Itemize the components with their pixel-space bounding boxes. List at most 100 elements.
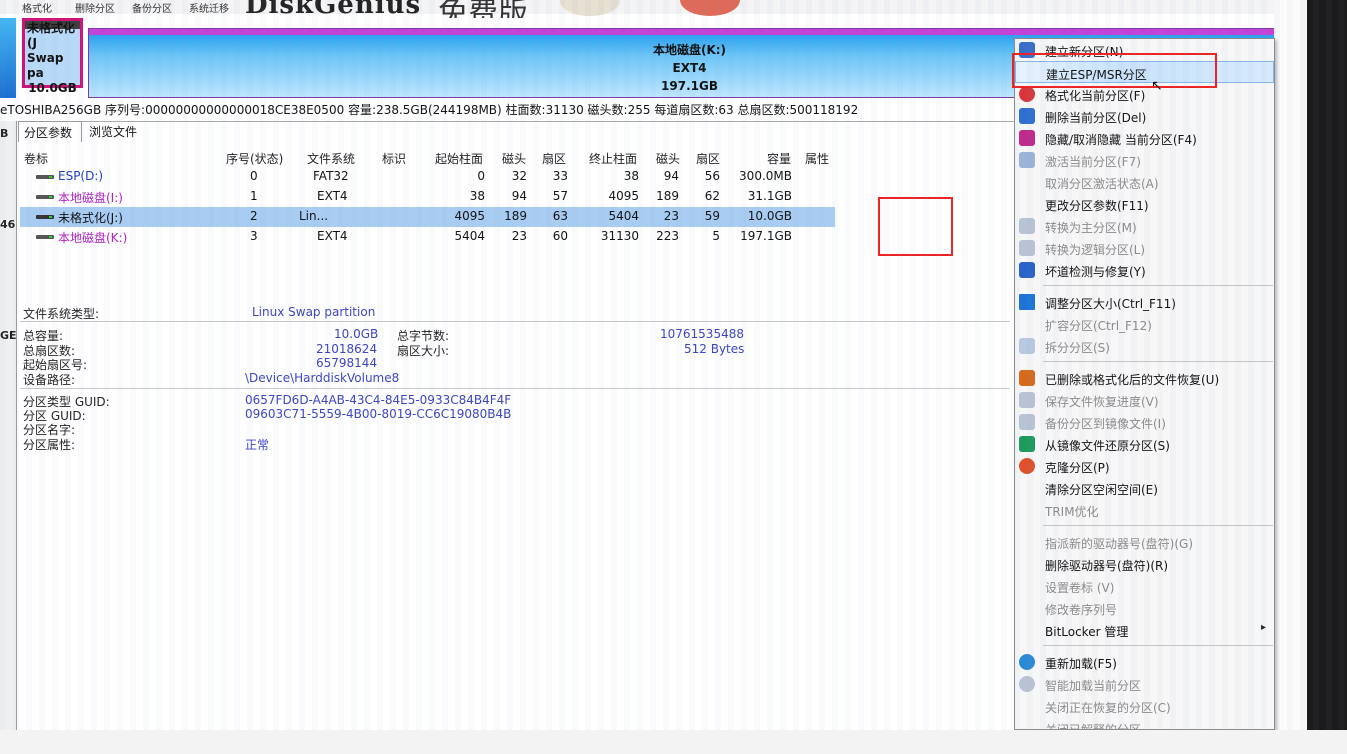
disk-map-partition-j[interactable]: 未格式化(J Swap pa 10.0GB	[22, 18, 83, 95]
convert-logical-icon	[1019, 240, 1035, 256]
menu-item-backup-to-image[interactable]: 备份分区到镜像文件(I)	[1015, 411, 1274, 433]
menu-item-set-volume-label[interactable]: 设置卷标 (V)	[1015, 575, 1274, 597]
drive-icon	[36, 175, 54, 179]
menu-item-close-interpreted[interactable]: 关闭已解释的分区	[1015, 717, 1274, 730]
partition-attr-value: 正常	[245, 438, 270, 452]
menu-item-change-volume-serial[interactable]: 修改卷序列号	[1015, 597, 1274, 619]
menu-item-activate-partition[interactable]: 激活当前分区(F7)	[1015, 149, 1274, 171]
start-head: 94	[511, 189, 527, 203]
repair-icon	[1019, 262, 1035, 278]
annotation-box	[878, 197, 953, 256]
toolbar-migrate-button[interactable]: 系统迁移	[189, 0, 229, 15]
col-header-capacity[interactable]: 容量	[767, 150, 791, 167]
restore-icon	[1019, 436, 1035, 452]
menu-item-split-partition[interactable]: 拆分分区(S)	[1015, 335, 1274, 357]
convert-primary-icon	[1019, 218, 1035, 234]
disk-map-partition-edge[interactable]	[0, 18, 16, 98]
menu-item-assign-drive-letter[interactable]: 指派新的驱动器号(盘符)(G)	[1015, 531, 1274, 553]
end-sector: 56	[704, 169, 720, 183]
menu-item-extend-partition[interactable]: 扩容分区(Ctrl_F12)	[1015, 313, 1274, 335]
end-sector: 5	[712, 229, 720, 243]
screen-edge	[1274, 0, 1308, 730]
col-header-attr[interactable]: 属性	[805, 150, 829, 167]
reload-icon	[1019, 654, 1035, 670]
col-header-end-cyl[interactable]: 终止柱面	[589, 150, 637, 167]
menu-item-file-recovery[interactable]: 已删除或格式化后的文件恢复(U)	[1015, 367, 1274, 389]
menu-item-resize-partition[interactable]: 调整分区大小(Ctrl_F11)	[1015, 291, 1274, 313]
start-cylinder: 38	[469, 189, 485, 203]
start-head: 189	[504, 209, 527, 223]
banner-decoration	[560, 0, 620, 16]
menu-item-bitlocker[interactable]: BitLocker 管理 ▸	[1015, 619, 1274, 641]
menu-item-hide-partition[interactable]: 隐藏/取消隐藏 当前分区(F4)	[1015, 127, 1274, 149]
partition-name: ESP(D:)	[58, 169, 104, 183]
menu-item-remove-drive-letter[interactable]: 删除驱动器号(盘符)(R)	[1015, 553, 1274, 575]
col-header-start-head[interactable]: 磁头	[502, 150, 526, 167]
banner-decoration	[680, 0, 740, 16]
partition-row-k[interactable]: 本地磁盘(K:) 3 EXT4 5404 23 60 31130 223 5 1…	[20, 227, 835, 247]
brand-logo: DiskGenius	[245, 0, 422, 20]
total-sectors-value: 21018624	[316, 342, 378, 356]
drive-icon	[36, 215, 54, 219]
col-header-end-head[interactable]: 磁头	[656, 150, 680, 167]
partition-row-i[interactable]: 本地磁盘(I:) 1 EXT4 38 94 57 4095 189 62 31.…	[20, 187, 835, 207]
menu-item-deactivate-partition[interactable]: 取消分区激活状态(A)	[1015, 171, 1274, 193]
partition-j-fs: Swap pa	[27, 51, 64, 80]
col-header-index[interactable]: 序号(状态)	[226, 150, 283, 167]
clone-icon	[1019, 458, 1035, 474]
partition-row-esp[interactable]: ESP(D:) 0 FAT32 0 32 33 38 94 56 300.0MB	[20, 167, 835, 187]
total-bytes-value: 10761535488	[660, 327, 744, 341]
split-icon	[1019, 338, 1035, 354]
resize-icon	[1019, 294, 1035, 310]
menu-item-convert-logical[interactable]: 转换为逻辑分区(L)	[1015, 237, 1274, 259]
delete-icon	[1019, 108, 1035, 124]
menu-item-trim[interactable]: TRIM优化	[1015, 499, 1274, 521]
start-cylinder: 4095	[454, 209, 485, 223]
disk-tree-panel[interactable]: B 46 GE	[0, 121, 17, 730]
col-header-start-cyl[interactable]: 起始柱面	[435, 150, 483, 167]
partition-fs: FAT32	[313, 169, 349, 183]
menu-item-save-recovery-progress[interactable]: 保存文件恢复进度(V)	[1015, 389, 1274, 411]
toolbar-delete-button[interactable]: 删除分区	[75, 0, 115, 15]
menu-separator	[1043, 525, 1273, 526]
drive-icon	[36, 235, 54, 239]
menu-item-clone-partition[interactable]: 克隆分区(P)	[1015, 455, 1274, 477]
partition-name: 本地磁盘(I:)	[58, 191, 123, 205]
save-progress-icon	[1019, 392, 1035, 408]
partition-capacity: 197.1GB	[740, 229, 792, 243]
col-header-end-sec[interactable]: 扇区	[696, 150, 720, 167]
end-cylinder: 5404	[608, 209, 639, 223]
partition-name: 未格式化(J:)	[58, 211, 123, 225]
start-sector: 33	[552, 169, 568, 183]
end-cylinder: 4095	[608, 189, 639, 203]
menu-item-close-recovering[interactable]: 关闭正在恢复的分区(C)	[1015, 695, 1274, 717]
menu-item-wipe-free-space[interactable]: 清除分区空闲空间(E)	[1015, 477, 1274, 499]
col-header-fs[interactable]: 文件系统	[307, 150, 355, 167]
menu-item-restore-from-image[interactable]: 从镜像文件还原分区(S)	[1015, 433, 1274, 455]
partition-row-j-selected[interactable]: 未格式化(J:) 2 Lin... 4095 189 63 5404 23 59…	[20, 207, 835, 227]
col-header-label[interactable]: 卷标	[24, 150, 48, 167]
activate-icon	[1019, 152, 1035, 168]
submenu-arrow-icon: ▸	[1260, 622, 1266, 633]
menu-item-smart-load[interactable]: 智能加载当前分区	[1015, 673, 1274, 695]
partition-index: 3	[250, 229, 258, 243]
menu-item-change-params[interactable]: 更改分区参数(F11)	[1015, 193, 1274, 215]
tree-label: B	[0, 127, 9, 140]
smart-load-icon	[1019, 676, 1035, 692]
mouse-cursor-icon: ↖	[1151, 78, 1163, 94]
start-sector: 60	[552, 229, 568, 243]
tab-partition-params[interactable]: 分区参数	[18, 121, 82, 142]
fs-type-label: 文件系统类型:	[23, 307, 100, 321]
menu-item-reload[interactable]: 重新加载(F5)	[1015, 651, 1274, 673]
end-sector: 62	[704, 189, 720, 203]
menu-item-delete-partition[interactable]: 删除当前分区(Del)	[1015, 105, 1274, 127]
tab-browse-files[interactable]: 浏览文件	[84, 121, 144, 142]
col-header-id[interactable]: 标识	[382, 150, 406, 167]
toolbar-format-button[interactable]: 格式化	[22, 0, 52, 15]
toolbar: 格式化 删除分区 备份分区 系统迁移 DiskGenius 免费版	[0, 0, 1307, 31]
col-header-start-sec[interactable]: 扇区	[542, 150, 566, 167]
menu-item-convert-primary[interactable]: 转换为主分区(M)	[1015, 215, 1274, 237]
menu-item-bad-sector-repair[interactable]: 坏道检测与修复(Y)	[1015, 259, 1274, 281]
tree-label: GE	[0, 329, 17, 342]
toolbar-backup-button[interactable]: 备份分区	[132, 0, 172, 15]
